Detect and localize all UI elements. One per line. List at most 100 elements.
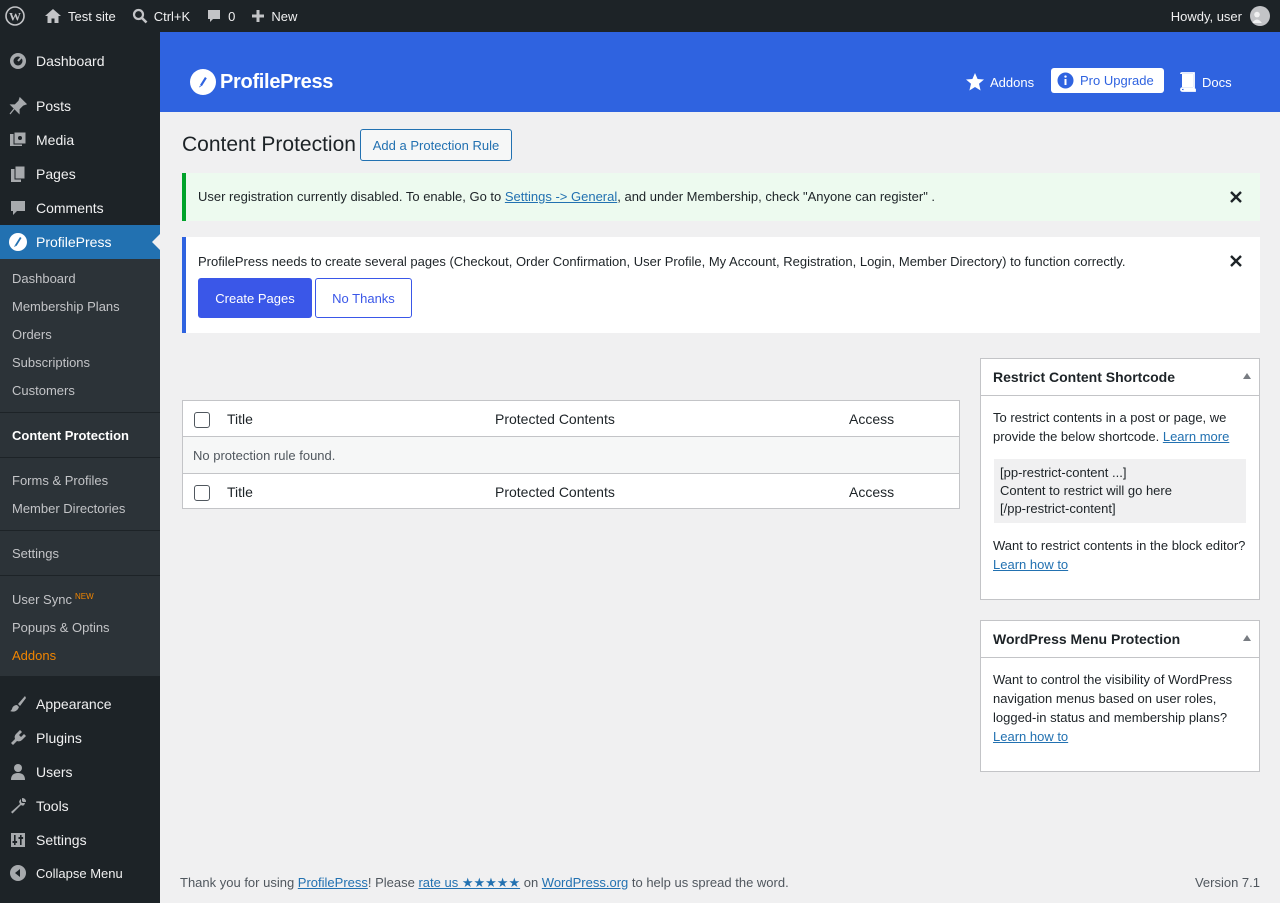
column-protected-contents: Protected Contents [495,411,615,427]
menu-label: Pages [36,166,76,182]
menu-posts[interactable]: Posts [0,89,160,123]
notice-text-part: User registration currently disabled. To… [198,189,505,204]
profilepress-logo-icon [190,69,216,95]
rate-us-link[interactable]: rate us ★★★★★ [418,875,520,890]
submenu-member-directories[interactable]: Member Directories [12,501,125,516]
add-protection-rule-button[interactable]: Add a Protection Rule [360,129,512,161]
submenu-divider [0,575,160,576]
shortcode-intro: To restrict contents in a post or page, … [993,408,1249,446]
column-title[interactable]: Title [227,484,253,500]
search-shortcut: Ctrl+K [153,8,191,24]
create-pages-notice: ProfilePress needs to create several pag… [182,237,1260,333]
submenu-user-sync[interactable]: User Sync NEW [12,592,94,607]
menu-tools[interactable]: Tools [0,789,160,823]
close-icon [1230,255,1242,267]
media-icon [10,131,27,146]
pro-upgrade-label: Pro Upgrade [1080,73,1154,88]
menu-appearance[interactable]: Appearance [0,687,160,721]
menu-label: Appearance [36,696,112,712]
star-icon [966,73,984,91]
menu-protection-text: Want to control the visibility of WordPr… [993,670,1249,746]
settings-general-link[interactable]: Settings -> General [505,189,617,204]
learn-how-link[interactable]: Learn how to [993,557,1068,572]
menu-label: ProfilePress [36,234,112,250]
menu-protection-box: WordPress Menu Protection Want to contro… [980,620,1260,772]
profilepress-logo-text: ProfilePress [220,70,334,93]
wordpress-org-link[interactable]: WordPress.org [542,875,628,890]
menu-pages[interactable]: Pages [0,157,160,191]
comments-icon [11,201,25,215]
profilepress-logo[interactable]: ProfilePress [190,69,333,95]
page-title: Content Protection [182,133,356,156]
no-thanks-button[interactable]: No Thanks [315,278,412,318]
admin-bar: W Test site Ctrl+K 0 New Howdy, user [0,0,1280,32]
submenu-divider [0,530,160,531]
submenu-content-protection[interactable]: Content Protection [12,428,129,443]
footer-text: Thank you for using [180,875,298,890]
learn-more-link[interactable]: Learn more [1163,429,1229,444]
command-palette-button[interactable]: Ctrl+K [124,0,198,32]
comment-icon [208,10,221,22]
profilepress-link[interactable]: ProfilePress [298,875,368,890]
table-empty-row: No protection rule found. [183,437,959,473]
site-name-link[interactable]: Test site [36,0,124,32]
submenu-dashboard[interactable]: Dashboard [12,271,76,286]
footer-text: ! Please [367,875,419,890]
submenu-forms-profiles[interactable]: Forms & Profiles [12,473,108,488]
dismiss-notice-button[interactable] [1228,253,1244,269]
postbox-title: WordPress Menu Protection [993,631,1181,647]
menu-label: Users [36,764,73,780]
plus-icon [252,10,265,22]
header-addons-link[interactable]: Addons [965,72,1034,92]
svg-text:W: W [9,10,21,24]
registration-notice: User registration currently disabled. To… [182,173,1260,221]
column-access: Access [849,484,895,500]
learn-how-link[interactable]: Learn how to [993,729,1068,744]
new-content-link[interactable]: New [243,0,305,32]
wordpress-logo-icon[interactable]: W [0,0,36,32]
menu-settings[interactable]: Settings [0,823,160,857]
plugin-icon [11,730,26,745]
column-title[interactable]: Title [227,411,253,427]
menu-dashboard[interactable]: Dashboard [0,44,160,78]
header-docs-link[interactable]: Docs [1179,72,1232,92]
avatar [1250,6,1270,26]
submenu-orders[interactable]: Orders [12,327,52,342]
comments-link[interactable]: 0 [198,0,243,32]
dismiss-notice-button[interactable] [1228,189,1244,205]
create-pages-button[interactable]: Create Pages [198,278,312,318]
shortcode-code-block: [pp-restrict-content ...] Content to res… [994,459,1246,523]
collapse-menu-button[interactable]: Collapse Menu [0,856,160,890]
new-label: New [271,8,298,24]
menu-plugins[interactable]: Plugins [0,721,160,755]
close-icon [1230,191,1242,203]
menu-profilepress[interactable]: ProfilePress [0,225,160,259]
submenu-settings[interactable]: Settings [12,546,59,561]
select-all-checkbox[interactable] [194,412,210,428]
footer-text: to help us spread the word. [628,875,789,890]
submenu-customers[interactable]: Customers [12,383,75,398]
info-icon [1057,72,1074,89]
comments-count: 0 [228,8,236,24]
greeting: Howdy, user [1170,8,1242,24]
submenu-subscriptions[interactable]: Subscriptions [12,355,90,370]
pro-upgrade-button[interactable]: Pro Upgrade [1051,68,1164,93]
submenu-popups-optins[interactable]: Popups & Optins [12,620,110,635]
footer-text: on [520,875,542,890]
postbox-header: Restrict Content Shortcode [981,359,1259,396]
submenu-membership-plans[interactable]: Membership Plans [12,299,120,314]
submenu-label: User Sync [12,592,72,607]
toggle-panel-arrow-icon[interactable] [1243,373,1251,379]
select-all-checkbox[interactable] [194,485,210,501]
table-header-row: Title Protected Contents Access [183,401,959,437]
block-editor-question: Want to restrict contents in the block e… [993,538,1246,553]
menu-users[interactable]: Users [0,755,160,789]
toggle-panel-arrow-icon[interactable] [1243,635,1251,641]
my-account-link[interactable]: Howdy, user [1163,0,1280,32]
menu-protection-description: Want to control the visibility of WordPr… [993,672,1233,725]
header-addons-label: Addons [990,74,1035,90]
submenu-addons[interactable]: Addons [12,648,56,663]
menu-media[interactable]: Media [0,123,160,157]
menu-comments[interactable]: Comments [0,191,160,225]
dashboard-icon [10,53,26,69]
